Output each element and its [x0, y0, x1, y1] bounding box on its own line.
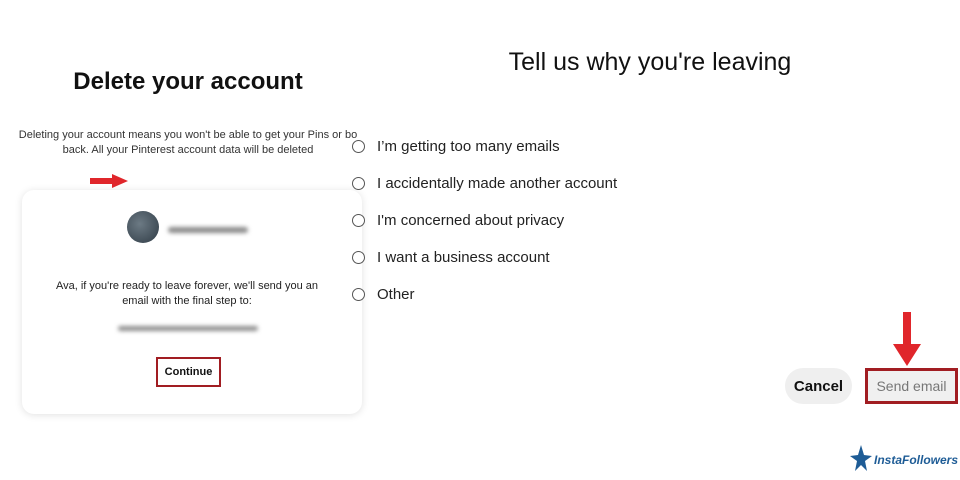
confirmation-line-2: email with the final step to:	[122, 295, 252, 307]
avatar	[127, 211, 159, 243]
leaving-reason-title: Tell us why you're leaving	[508, 48, 792, 76]
reason-option-business-account[interactable]: I want a business account	[352, 246, 617, 268]
watermark-logo: InstaFollowers	[850, 445, 958, 475]
confirmation-line-1: Ava, if you're ready to leave forever, w…	[55, 280, 319, 292]
arrow-right-icon	[90, 174, 128, 188]
reason-option-another-account[interactable]: I accidentally made another account	[352, 172, 617, 194]
reason-option-too-many-emails[interactable]: I’m getting too many emails	[352, 135, 617, 157]
radio-button[interactable]	[352, 213, 365, 227]
description-line-1: Deleting your account means you won't be…	[18, 129, 358, 141]
send-email-button[interactable]: Send email	[865, 368, 958, 404]
blurred-email	[118, 326, 258, 331]
radio-button[interactable]	[352, 176, 365, 190]
description-line-2: back. All your Pinterest account data wi…	[62, 144, 314, 156]
radio-button[interactable]	[352, 139, 365, 153]
radio-button[interactable]	[352, 287, 365, 301]
reason-label: I’m getting too many emails	[377, 137, 560, 155]
delete-account-title: Delete your account	[73, 68, 303, 95]
confirmation-card: Ava, if you're ready to leave forever, w…	[22, 190, 362, 414]
star-icon	[850, 445, 872, 471]
cancel-button[interactable]: Cancel	[785, 368, 852, 404]
reason-option-other[interactable]: Other	[352, 283, 617, 305]
reason-option-privacy[interactable]: I'm concerned about privacy	[352, 209, 617, 231]
reason-label: I'm concerned about privacy	[377, 211, 565, 229]
blurred-username	[168, 227, 248, 233]
delete-account-description: Deleting your account means you won't be…	[0, 128, 376, 158]
radio-button[interactable]	[352, 250, 365, 264]
continue-button[interactable]: Continue	[156, 357, 221, 387]
arrow-down-icon	[893, 312, 921, 366]
reason-label: Other	[377, 285, 415, 303]
reason-label: I want a business account	[377, 248, 550, 266]
reason-options: I’m getting too many emails I accidental…	[352, 135, 617, 320]
watermark-text: InstaFollowers	[874, 453, 959, 467]
confirmation-message: Ava, if you're ready to leave forever, w…	[22, 279, 352, 309]
reason-label: I accidentally made another account	[377, 174, 618, 192]
